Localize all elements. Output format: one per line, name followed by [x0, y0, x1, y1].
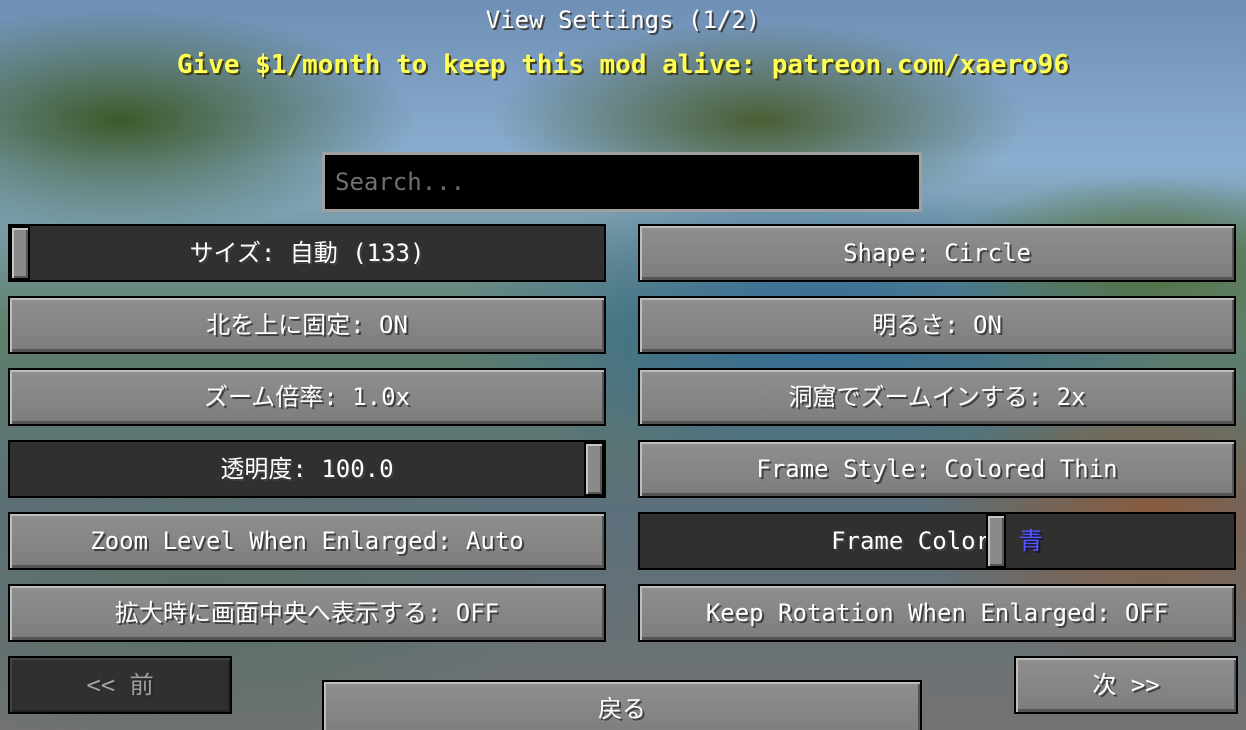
cave-zoom-button[interactable]: 洞窟でズームインする: 2x: [638, 368, 1236, 426]
center-enlarged-button[interactable]: 拡大時に画面中央へ表示する: OFF: [8, 584, 606, 642]
frame-color-label: Frame Color: 青: [640, 514, 1234, 568]
frame-style-button[interactable]: Frame Style: Colored Thin: [638, 440, 1236, 498]
opacity-slider-label: 透明度: 100.0: [220, 455, 394, 483]
lock-north-button[interactable]: 北を上に固定: ON: [8, 296, 606, 354]
zoom-enlarged-button[interactable]: Zoom Level When Enlarged: Auto: [8, 512, 606, 570]
size-slider-label: サイズ: 自動 (133): [189, 239, 425, 267]
opacity-slider-handle[interactable]: [584, 442, 604, 496]
frame-color-value: 青: [1018, 527, 1043, 555]
brightness-button[interactable]: 明るさ: ON: [638, 296, 1236, 354]
back-button[interactable]: 戻る: [322, 680, 922, 730]
zoom-button[interactable]: ズーム倍率: 1.0x: [8, 368, 606, 426]
search-box[interactable]: [322, 152, 922, 212]
next-page-button[interactable]: 次 >>: [1014, 656, 1238, 714]
shape-button[interactable]: Shape: Circle: [638, 224, 1236, 282]
opacity-slider[interactable]: 透明度: 100.0: [8, 440, 606, 498]
search-input[interactable]: [335, 168, 919, 196]
keep-rotation-button[interactable]: Keep Rotation When Enlarged: OFF: [638, 584, 1236, 642]
size-slider[interactable]: サイズ: 自動 (133): [8, 224, 606, 282]
screen-title: View Settings (1/2): [485, 6, 761, 34]
frame-color-handle[interactable]: [986, 514, 1006, 568]
frame-color-slider[interactable]: Frame Color: 青: [638, 512, 1236, 570]
previous-page-button[interactable]: << 前: [8, 656, 232, 714]
donation-message[interactable]: Give $1/month to keep this mod alive: pa…: [0, 48, 1246, 82]
